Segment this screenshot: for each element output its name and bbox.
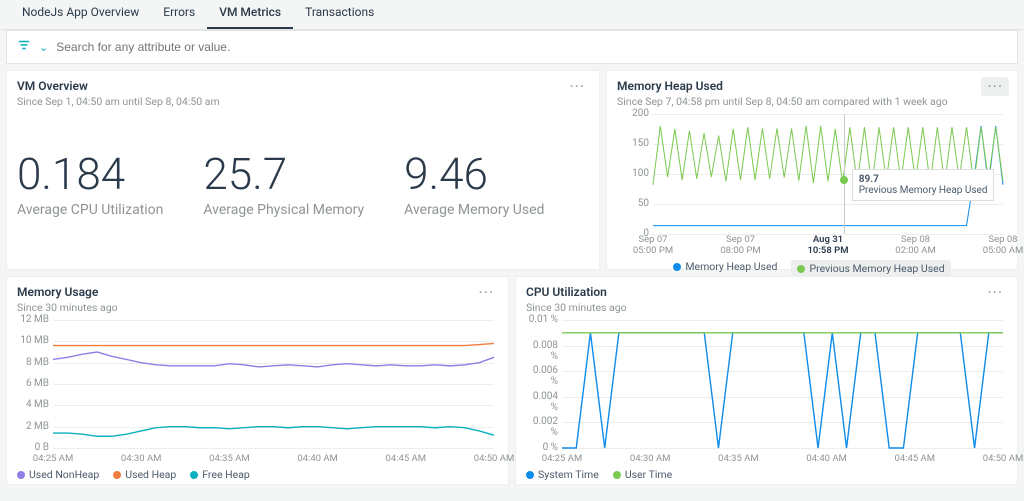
cpu-util-legend: System Time User Time	[526, 464, 1007, 481]
chevron-down-icon[interactable]: ⌄	[39, 41, 48, 54]
card-title: CPU Utilization	[526, 285, 1007, 299]
card-menu-button[interactable]: ···	[981, 77, 1009, 96]
filter-icon[interactable]	[17, 38, 31, 56]
legend-item: Memory Heap Used	[673, 260, 777, 277]
card-title: Memory Heap Used	[617, 79, 1007, 93]
memory-heap-chart[interactable]: 89.7Previous Memory Heap Used05010015020…	[617, 114, 1007, 234]
memory-heap-legend: Memory Heap Used Previous Memory Heap Us…	[617, 256, 1007, 277]
card-menu-button[interactable]: ···	[563, 77, 591, 96]
card-menu-button[interactable]: ···	[981, 283, 1009, 302]
memory-heap-card: ··· Memory Heap Used Since Sep 7, 04:58 …	[606, 70, 1018, 270]
tab-vm-metrics[interactable]: VM Metrics	[207, 0, 293, 29]
memory-usage-legend: Used NonHeap Used Heap Free Heap	[17, 464, 498, 481]
search-input[interactable]	[56, 40, 1007, 54]
card-subtitle: Since 30 minutes ago	[17, 301, 498, 314]
metric-cpu: 0.184 Average CPU Utilization	[17, 152, 163, 218]
tab-errors[interactable]: Errors	[151, 0, 207, 29]
legend-item: User Time	[613, 468, 672, 481]
vm-overview-card: ··· VM Overview Since Sep 1, 04:50 am un…	[6, 70, 600, 270]
nav-tabs: NodeJs App Overview Errors VM Metrics Tr…	[0, 0, 1024, 30]
legend-item: Free Heap	[190, 468, 250, 481]
card-title: Memory Usage	[17, 285, 498, 299]
memory-usage-chart[interactable]: 0 B2 MB4 MB6 MB8 MB10 MB12 MB	[17, 320, 498, 448]
legend-item: Used NonHeap	[17, 468, 99, 481]
cpu-util-chart[interactable]: 0 %0.002 %0.004 %0.006 %0.008 %0.01 %	[526, 320, 1007, 448]
filter-bar: ⌄	[6, 30, 1018, 64]
card-menu-button[interactable]: ···	[472, 283, 500, 302]
memory-usage-card: ··· Memory Usage Since 30 minutes ago 0 …	[6, 276, 509, 485]
legend-item-highlighted: Previous Memory Heap Used	[791, 260, 950, 277]
tab-overview[interactable]: NodeJs App Overview	[10, 0, 151, 29]
metric-physical-memory: 25.7 Average Physical Memory	[203, 152, 364, 218]
metric-memory-used: 9.46 Average Memory Used	[404, 152, 544, 218]
card-subtitle: Since Sep 7, 04:58 pm until Sep 8, 04:50…	[617, 95, 1007, 108]
legend-item: Used Heap	[113, 468, 176, 481]
cpu-util-card: ··· CPU Utilization Since 30 minutes ago…	[515, 276, 1018, 485]
legend-item: System Time	[526, 468, 599, 481]
card-subtitle: Since Sep 1, 04:50 am until Sep 8, 04:50…	[17, 95, 589, 108]
tab-transactions[interactable]: Transactions	[293, 0, 386, 29]
card-subtitle: Since 30 minutes ago	[526, 301, 1007, 314]
card-title: VM Overview	[17, 79, 589, 93]
